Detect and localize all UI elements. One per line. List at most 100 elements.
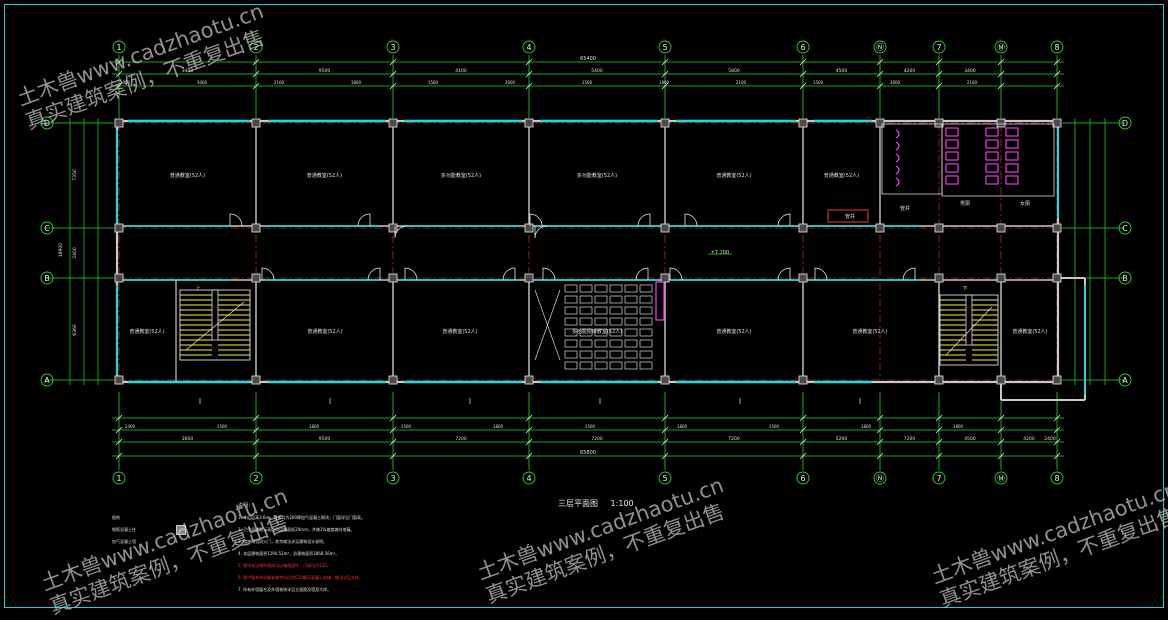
column	[251, 118, 261, 128]
seat	[594, 361, 608, 370]
axis-label: A	[44, 376, 50, 385]
axis-label: 5	[662, 43, 667, 52]
dimension-text: 2100	[967, 80, 978, 85]
axis-label: 6	[800, 43, 805, 52]
column	[524, 273, 534, 283]
spacer	[890, 128, 891, 129]
axis-label: 6	[800, 474, 805, 483]
dimension-text: 4200	[1023, 436, 1035, 442]
design-notes: 说明： 1. 本层层高3.6m，墙体均为200厚加气混凝土砌块，门窗详见门窗表。…	[238, 500, 498, 596]
column	[524, 118, 534, 128]
column	[798, 375, 808, 385]
fixture-icon	[895, 153, 900, 163]
axis-label: 3	[390, 43, 395, 52]
column	[251, 223, 261, 233]
axis-label: 4	[526, 43, 531, 52]
dimension-text: 2100	[274, 80, 285, 85]
fixture-icon	[985, 163, 999, 173]
seat	[564, 306, 578, 315]
door-swing	[357, 213, 371, 227]
dimension-text: 7200	[904, 436, 916, 442]
drawing-scale: 1:100	[610, 499, 634, 508]
dimension-text: 3000	[505, 80, 516, 85]
seat	[609, 361, 623, 370]
legend-column: 钢筋混凝土柱	[112, 524, 186, 536]
tag-spacer	[460, 264, 490, 270]
seat	[579, 295, 593, 304]
seat	[624, 317, 638, 326]
room-label: 多功能教室(52人)	[577, 172, 617, 179]
stair-arrow	[945, 306, 993, 356]
room-label: 普通教室(52人)	[307, 172, 342, 179]
column	[388, 375, 398, 385]
seat	[609, 317, 623, 326]
hall-stage	[655, 281, 665, 321]
dimension-text: 5200	[836, 436, 848, 442]
stair-well	[965, 294, 973, 346]
dimension-text: 1500	[428, 80, 439, 85]
seat	[594, 284, 608, 293]
column	[251, 273, 261, 283]
fixture-icon	[985, 139, 999, 149]
dimension-text: 4500	[964, 436, 976, 442]
dimension-text: 7200	[455, 436, 467, 442]
dimension-text: 1800	[861, 424, 872, 429]
seat	[579, 284, 593, 293]
column	[388, 273, 398, 283]
fixture-icon	[895, 165, 900, 175]
door-swing	[777, 213, 791, 227]
seat	[579, 306, 593, 315]
fixture-icon	[945, 139, 959, 149]
seat	[624, 328, 638, 337]
column	[660, 223, 670, 233]
column	[388, 118, 398, 128]
axis-label: C	[1122, 224, 1128, 233]
fixture-icon	[895, 129, 900, 139]
column	[996, 223, 1006, 233]
drawing-title: 三层平面图	[558, 499, 598, 508]
room-label: 普通教室(52人)	[307, 328, 342, 335]
dimension-text: 1800	[953, 424, 964, 429]
seat	[594, 339, 608, 348]
room-label: 普通教室(52人)	[129, 328, 164, 335]
dimension-text: 3400	[964, 68, 976, 74]
room-label: 普通教室(52人)	[1012, 328, 1047, 335]
axis-label: 5	[662, 474, 667, 483]
room-label: 男厕	[960, 201, 970, 207]
dimension-text: 1800	[309, 424, 320, 429]
seat	[624, 361, 638, 370]
spacer	[890, 128, 891, 129]
room-label: 普通教室(52人)	[170, 172, 205, 179]
fixture-icon	[945, 151, 959, 161]
dimension-text: 1500	[582, 80, 593, 85]
legend-wall: 加气混凝土墙	[112, 539, 136, 544]
seat	[639, 350, 653, 359]
axis-label: B	[1122, 274, 1128, 283]
dimension-text: 2400	[72, 247, 78, 259]
seat	[639, 306, 653, 315]
axis-label: 7	[936, 474, 941, 483]
seat	[594, 350, 608, 359]
overall-dimension: 65400	[580, 56, 596, 62]
axis-label: 8	[1054, 43, 1059, 52]
fixture-icon	[985, 127, 999, 137]
column	[660, 375, 670, 385]
room-label: 普通教室(52人)	[716, 328, 751, 335]
spacer	[890, 128, 891, 129]
dimension-text: 1500	[813, 80, 824, 85]
dimension-text: 1800	[659, 80, 670, 85]
axis-label: 1	[116, 43, 121, 52]
column	[388, 223, 398, 233]
fixture-icon	[945, 163, 959, 173]
room-label: 女厕	[1020, 200, 1030, 207]
seat	[564, 339, 578, 348]
seat	[579, 350, 593, 359]
column	[660, 273, 670, 283]
note-item: 7. 所有外墙窗台及外墙装饰详见立面图及墙身大样。	[238, 587, 332, 592]
dimension-text: 3400	[182, 68, 194, 74]
seat	[579, 339, 593, 348]
fixture-icon	[985, 151, 999, 161]
dimension-text: 3000	[890, 80, 901, 85]
room-label: 普通教室(52人)	[716, 172, 751, 179]
spacer	[890, 128, 891, 129]
